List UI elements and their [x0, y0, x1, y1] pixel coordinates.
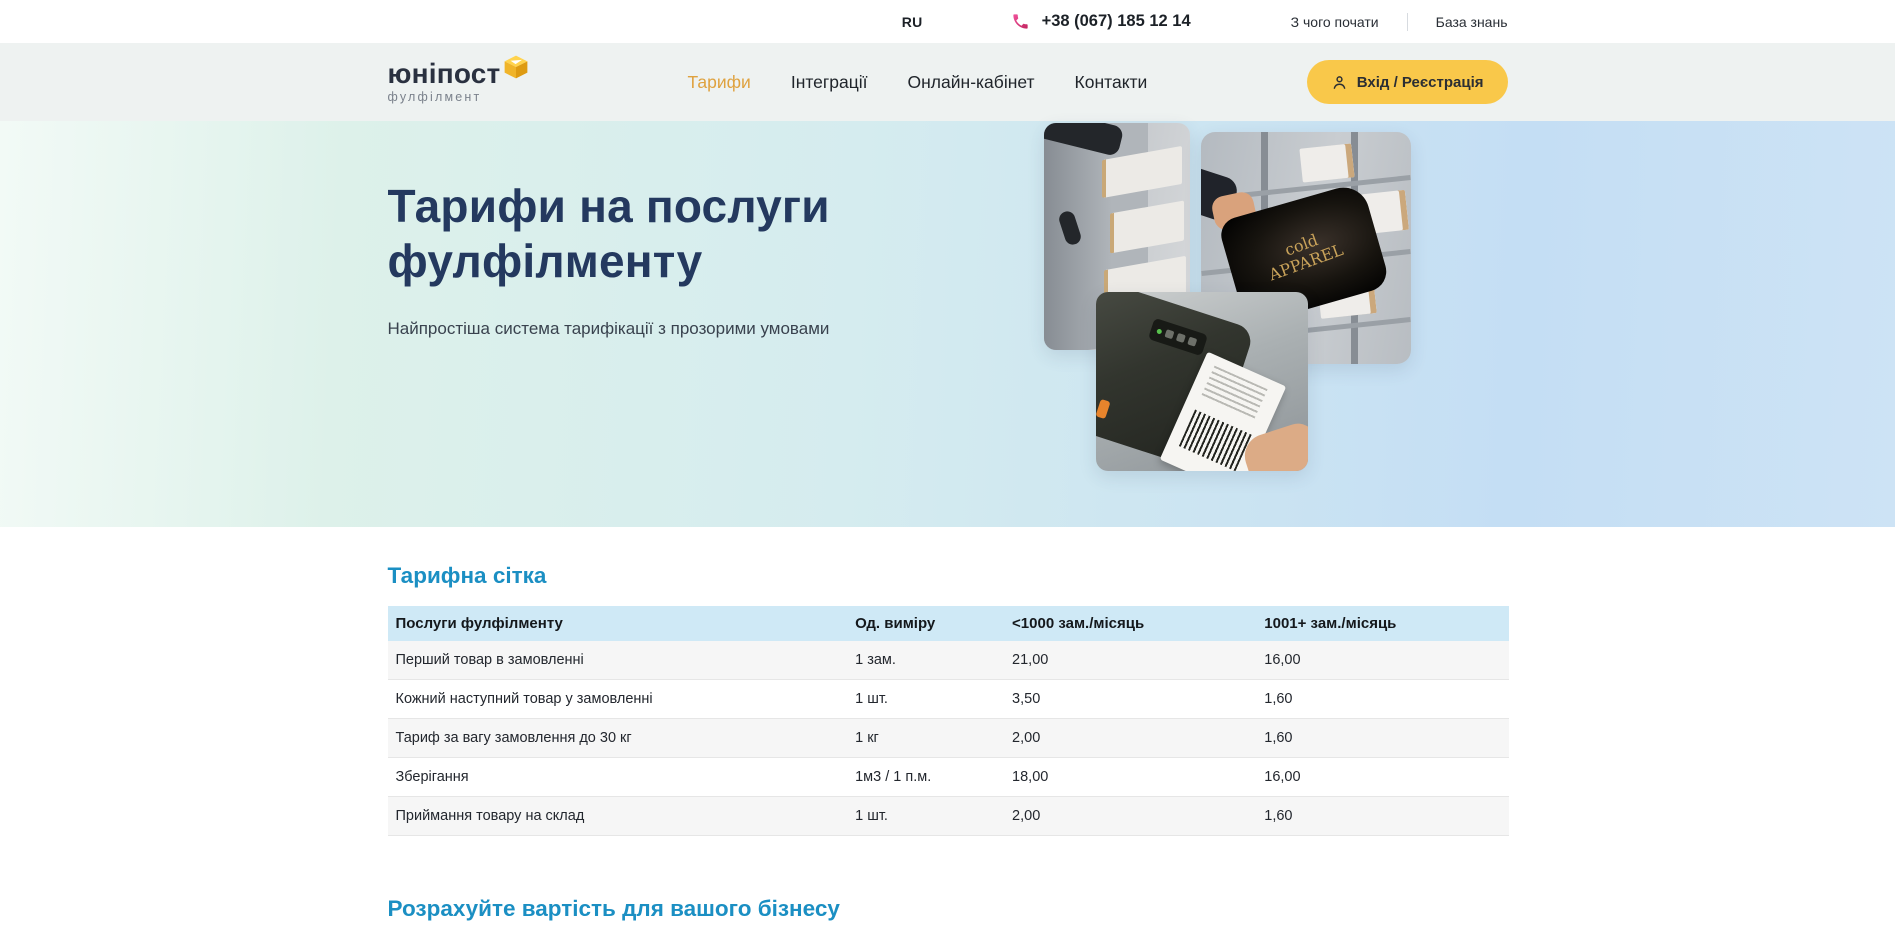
- login-button-label: Вхід / Реєстрація: [1357, 74, 1484, 91]
- nav-online-cabinet[interactable]: Онлайн-кабінет: [908, 72, 1035, 93]
- cell-price-high: 1,60: [1256, 719, 1508, 757]
- pricing-section: Тарифна сітка Послуги фулфілменту Од. ви…: [388, 527, 1508, 922]
- cell-service: Зберігання: [388, 758, 848, 796]
- pricing-section-title: Тарифна сітка: [388, 563, 1508, 589]
- logo-name: юніпост: [388, 60, 501, 88]
- cell-unit: 1 зам.: [847, 641, 1004, 679]
- table-row: Перший товар в замовленні 1 зам. 21,00 1…: [388, 641, 1509, 680]
- site-header: юніпост фулфілмент Тарифи Інтеграції Онл…: [0, 43, 1895, 121]
- col-header-under1000: <1000 зам./місяць: [1004, 606, 1256, 641]
- topbar-link-knowledge-base[interactable]: База знань: [1436, 14, 1508, 30]
- logo-tagline: фулфілмент: [388, 90, 548, 104]
- phone-link[interactable]: +38 (067) 185 12 14: [1011, 12, 1191, 31]
- cell-service: Тариф за вагу замовлення до 30 кг: [388, 719, 848, 757]
- topbar-link-getting-started[interactable]: З чого почати: [1291, 14, 1379, 30]
- cell-unit: 1м3 / 1 п.м.: [847, 758, 1004, 796]
- calculator-section-title: Розрахуйте вартість для вашого бізнесу: [388, 896, 1508, 922]
- table-row: Зберігання 1м3 / 1 п.м. 18,00 16,00: [388, 758, 1509, 797]
- table-row: Кожний наступний товар у замовленні 1 шт…: [388, 680, 1509, 719]
- language-switcher[interactable]: RU: [902, 14, 923, 30]
- cell-price-high: 16,00: [1256, 758, 1508, 796]
- cell-unit: 1 шт.: [847, 680, 1004, 718]
- cell-price-high: 1,60: [1256, 797, 1508, 835]
- login-register-button[interactable]: Вхід / Реєстрація: [1307, 60, 1508, 104]
- cube-logo-icon: [503, 54, 529, 80]
- col-header-over1001: 1001+ зам./місяць: [1256, 606, 1508, 641]
- cell-price-low: 21,00: [1004, 641, 1256, 679]
- phone-icon: [1011, 12, 1030, 31]
- cell-price-low: 2,00: [1004, 719, 1256, 757]
- logo[interactable]: юніпост фулфілмент: [388, 60, 548, 104]
- table-row: Приймання товару на склад 1 шт. 2,00 1,6…: [388, 797, 1509, 836]
- table-row: Тариф за вагу замовлення до 30 кг 1 кг 2…: [388, 719, 1509, 758]
- table-header-row: Послуги фулфілменту Од. виміру <1000 зам…: [388, 606, 1509, 641]
- main-nav: Тарифи Інтеграції Онлайн-кабінет Контакт…: [688, 72, 1148, 93]
- col-header-services: Послуги фулфілменту: [388, 606, 848, 641]
- cell-service: Кожний наступний товар у замовленні: [388, 680, 848, 718]
- page-title: Тарифи на послуги фулфілменту: [388, 179, 948, 289]
- cell-price-high: 1,60: [1256, 680, 1508, 718]
- topbar-divider: [1407, 13, 1408, 31]
- cell-service: Приймання товару на склад: [388, 797, 848, 835]
- cell-price-low: 2,00: [1004, 797, 1256, 835]
- cell-service: Перший товар в замовленні: [388, 641, 848, 679]
- cell-price-high: 16,00: [1256, 641, 1508, 679]
- user-icon: [1331, 74, 1348, 91]
- nav-contacts[interactable]: Контакти: [1075, 72, 1148, 93]
- pricing-table: Послуги фулфілменту Од. виміру <1000 зам…: [388, 606, 1509, 836]
- top-bar: RU +38 (067) 185 12 14 З чого почати Баз…: [0, 0, 1895, 43]
- label-printer-photo: [1096, 292, 1308, 471]
- cell-price-low: 3,50: [1004, 680, 1256, 718]
- cell-unit: 1 шт.: [847, 797, 1004, 835]
- cell-price-low: 18,00: [1004, 758, 1256, 796]
- nav-integrations[interactable]: Інтеграції: [791, 72, 868, 93]
- nav-tariffs[interactable]: Тарифи: [688, 72, 751, 93]
- barcode: [1178, 409, 1251, 471]
- cell-unit: 1 кг: [847, 719, 1004, 757]
- phone-number: +38 (067) 185 12 14: [1042, 12, 1191, 31]
- col-header-unit: Од. виміру: [847, 606, 1004, 641]
- hero-section: Тарифи на послуги фулфілменту Найпростіш…: [0, 121, 1895, 527]
- hero-subtitle: Найпростіша система тарифікації з прозор…: [388, 319, 948, 339]
